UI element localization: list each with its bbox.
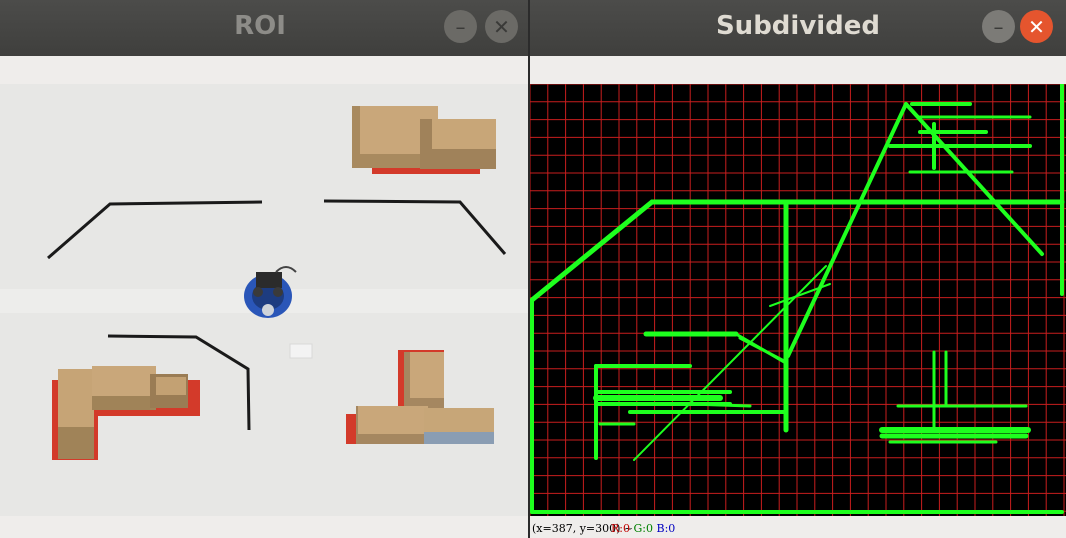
subdivided-window[interactable]: Subdivided – ✕ (x=387, y=300) ~ R:0 G:0 … [530,0,1066,538]
roi-window[interactable]: ROI – ✕ [0,0,528,538]
pixel-red-value: R:0 [611,522,630,535]
close-icon: ✕ [493,14,510,39]
roi-toolbar [0,56,528,84]
roi-titlebar[interactable]: ROI – ✕ [0,0,528,56]
roi-close-button[interactable]: ✕ [485,10,518,43]
subdivided-toolbar [530,56,1066,84]
minimize-icon: – [455,14,466,39]
subdivided-image-canvas[interactable] [530,84,1066,516]
roi-image-canvas[interactable] [0,84,528,516]
roi-minimize-button[interactable]: – [444,10,477,43]
canvas-background [530,84,1066,516]
floor-marker [289,343,313,359]
subdivided-close-button[interactable]: ✕ [1020,10,1053,43]
pixel-value-readout: R:0 G:0 B:0 [611,520,675,538]
pixel-green-value: G:0 [633,522,654,535]
close-icon: ✕ [1028,14,1045,39]
roi-window-title: ROI [234,11,286,41]
minimize-icon: – [993,14,1004,39]
pixel-blue-value: B:0 [656,522,676,535]
subdivided-titlebar[interactable]: Subdivided – ✕ [530,0,1066,56]
subdivided-minimize-button[interactable]: – [982,10,1015,43]
subdivided-statusbar: (x=387, y=300) ~ R:0 G:0 B:0 [530,520,1066,538]
